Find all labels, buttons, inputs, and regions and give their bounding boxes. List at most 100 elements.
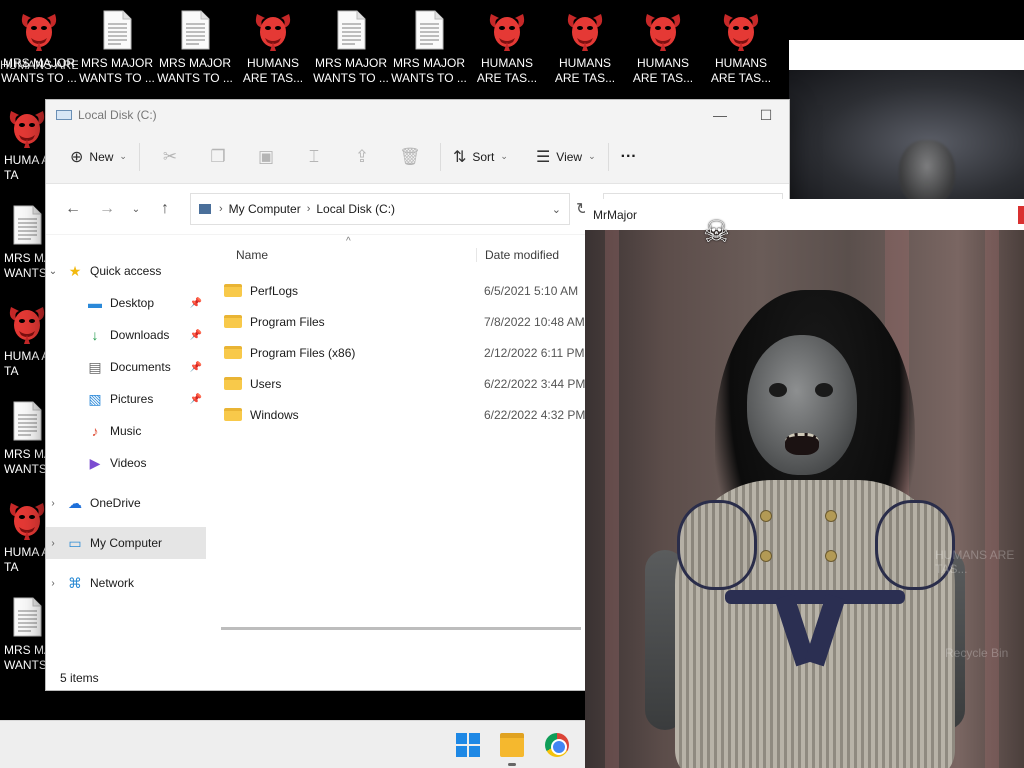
doll-sleeve — [875, 500, 955, 590]
chevron-down-icon: ⌄ — [119, 151, 127, 161]
quick-access-items: ▬ Desktop 📌 ↓ Downloads 📌 ▤ Documents 📌 ▧ Pictures… — [46, 287, 206, 479]
nav-network[interactable]: › ⌘ Network — [46, 567, 206, 599]
nav-onedrive[interactable]: › ☁ OneDrive — [46, 487, 206, 519]
desktop-icon[interactable]: HUMANS ARE TAS... — [468, 2, 546, 92]
new-label: New — [89, 149, 114, 164]
item-count: 5 items — [60, 671, 99, 685]
overlapping-desktop-label: HUMANS ARE TAS... — [0, 58, 78, 72]
breadcrumb-local-disk[interactable]: Local Disk (C:) — [316, 202, 395, 216]
desktop-icon-label: MRS MAJOR WANTS TO ... — [313, 56, 389, 85]
trash-icon: 🗑 — [399, 146, 421, 166]
picture-icon: ▧ — [88, 390, 102, 407]
up-button[interactable]: ↑ — [148, 200, 182, 218]
address-dropdown-icon[interactable]: ⌄ — [552, 203, 561, 216]
nav-item-desktop[interactable]: ▬ Desktop 📌 — [46, 287, 206, 319]
mrmajor-title: MrMajor — [593, 207, 637, 222]
desktop-icon-label: HUMANS ARE TAS... — [476, 56, 538, 85]
nav-item-music[interactable]: ♪ Music — [46, 415, 206, 447]
sort-button[interactable]: ⇅ Sort ⌄ — [447, 141, 514, 173]
start-button[interactable] — [456, 733, 480, 757]
desktop-icon[interactable]: HUMANS ARE TAS... — [624, 2, 702, 92]
desktop-icon[interactable]: MRS MAJOR WANTS TO ... — [156, 2, 234, 92]
desktop-icon[interactable]: MRS MAJOR WANTS TO ... — [78, 2, 156, 92]
file-explorer-taskbar-button[interactable] — [500, 733, 524, 757]
desktop-icon[interactable]: HUMANS ARE TAS... — [234, 2, 312, 92]
pin-icon[interactable]: 📌 — [190, 362, 202, 373]
address-bar[interactable]: › My Computer › Local Disk (C:) ⌄ — [190, 193, 570, 225]
minimize-button[interactable]: — — [697, 100, 743, 130]
desktop-icon[interactable]: MRS MAJOR WANTS TO ...HUMANS ARE TAS... — [0, 2, 78, 92]
chevron-down-icon: ⌄ — [131, 203, 141, 215]
copy-button[interactable]: ❐ — [194, 147, 242, 167]
doc-icon — [5, 203, 49, 247]
nav-label: Downloads — [110, 328, 170, 342]
doc-icon — [329, 8, 373, 52]
nav-quick-access[interactable]: ⌄ ★ Quick access — [46, 255, 206, 287]
devil-icon — [17, 8, 61, 52]
active-indicator — [508, 763, 516, 766]
pin-icon[interactable]: 📌 — [190, 330, 202, 341]
chevron-right-icon: › — [219, 203, 223, 215]
file-name-cell: Windows — [206, 408, 476, 422]
delete-button[interactable]: 🗑 — [386, 147, 434, 167]
desktop-icon[interactable]: HUMANS ARE TAS... — [546, 2, 624, 92]
chevron-down-icon: ⌄ — [588, 151, 596, 161]
devil-icon — [5, 497, 49, 541]
nav-item-downloads[interactable]: ↓ Downloads 📌 — [46, 319, 206, 351]
desktop-icon-label: HUMANS ARE TAS... — [242, 56, 304, 85]
file-name: Users — [250, 376, 282, 391]
doll-eye — [769, 383, 787, 397]
back-button[interactable]: ← — [56, 200, 90, 218]
dress-button — [760, 510, 772, 522]
column-date-modified[interactable]: Date modified — [476, 248, 559, 262]
desktop-icon[interactable]: MRS MAJOR WANTS TO ... — [390, 2, 468, 92]
star-icon: ★ — [68, 262, 82, 279]
arrow-right-icon: → — [99, 200, 115, 217]
cut-button[interactable]: ✂ — [146, 147, 194, 167]
nav-item-pictures[interactable]: ▧ Pictures 📌 — [46, 383, 206, 415]
more-options-button[interactable]: ··· — [615, 141, 643, 173]
horizontal-scrollbar[interactable] — [221, 627, 581, 630]
chrome-taskbar-button[interactable] — [545, 733, 569, 757]
navigation-pane: ⌄ ★ Quick access ▬ Desktop 📌 ↓ Downloads 📌 ▤ Do… — [46, 235, 206, 666]
creepy-image — [789, 70, 1024, 206]
column-date-label: Date modified — [485, 248, 560, 262]
desktop-icon[interactable]: HUMANS ARE TAS... — [702, 2, 780, 92]
pin-icon[interactable]: 📌 — [190, 298, 202, 309]
forward-button[interactable]: → — [90, 200, 124, 218]
devil-icon — [563, 8, 607, 52]
nav-item-documents[interactable]: ▤ Documents 📌 — [46, 351, 206, 383]
doc-icon — [407, 8, 451, 52]
arrow-up-icon: ↑ — [161, 200, 169, 217]
nav-label: Quick access — [90, 264, 162, 278]
nav-item-videos[interactable]: ▶ Videos — [46, 447, 206, 479]
recent-locations-button[interactable]: ⌄ — [124, 204, 148, 215]
share-button[interactable]: ⇪ — [338, 147, 386, 167]
new-button[interactable]: ⊕ New ⌄ — [64, 141, 133, 173]
command-bar: ⊕ New ⌄ ✂ ❐ ▣ ⌶ ⇪ 🗑 ⇅ Sort ⌄ ☰ View ⌄ ··… — [46, 130, 789, 184]
view-label: View — [556, 149, 583, 164]
nav-my-computer[interactable]: › ▭ My Computer — [46, 527, 206, 559]
breadcrumb-my-computer[interactable]: My Computer — [229, 202, 301, 216]
pin-icon[interactable]: 📌 — [190, 394, 202, 405]
desktop-icon[interactable]: MRS MAJOR WANTS TO ... — [312, 2, 390, 92]
desktop-icon: ▬ — [88, 295, 102, 311]
view-button[interactable]: ☰ View ⌄ — [530, 141, 602, 173]
column-name[interactable]: ^ Name — [206, 236, 476, 262]
file-date: 6/22/2022 4:32 PM — [484, 407, 586, 422]
file-name: Windows — [250, 407, 299, 422]
mrmajor-titlebar[interactable]: MrMajor — [585, 199, 1024, 230]
cloud-icon: ☁ — [68, 494, 82, 511]
explorer-titlebar[interactable]: Local Disk (C:) — ☐ — [46, 100, 789, 130]
nav-label: OneDrive — [90, 496, 141, 510]
plus-circle-icon: ⊕ — [70, 148, 84, 166]
dress-sash — [725, 590, 905, 604]
rename-icon: ⌶ — [308, 146, 320, 166]
chevron-right-icon: › — [306, 203, 311, 215]
maximize-button[interactable]: ☐ — [743, 100, 789, 130]
paste-button[interactable]: ▣ — [242, 147, 290, 167]
rename-button[interactable]: ⌶ — [290, 147, 338, 167]
window-controls: — ☐ — [697, 100, 789, 130]
doll-eye — [815, 383, 833, 397]
close-button[interactable] — [1018, 206, 1024, 224]
